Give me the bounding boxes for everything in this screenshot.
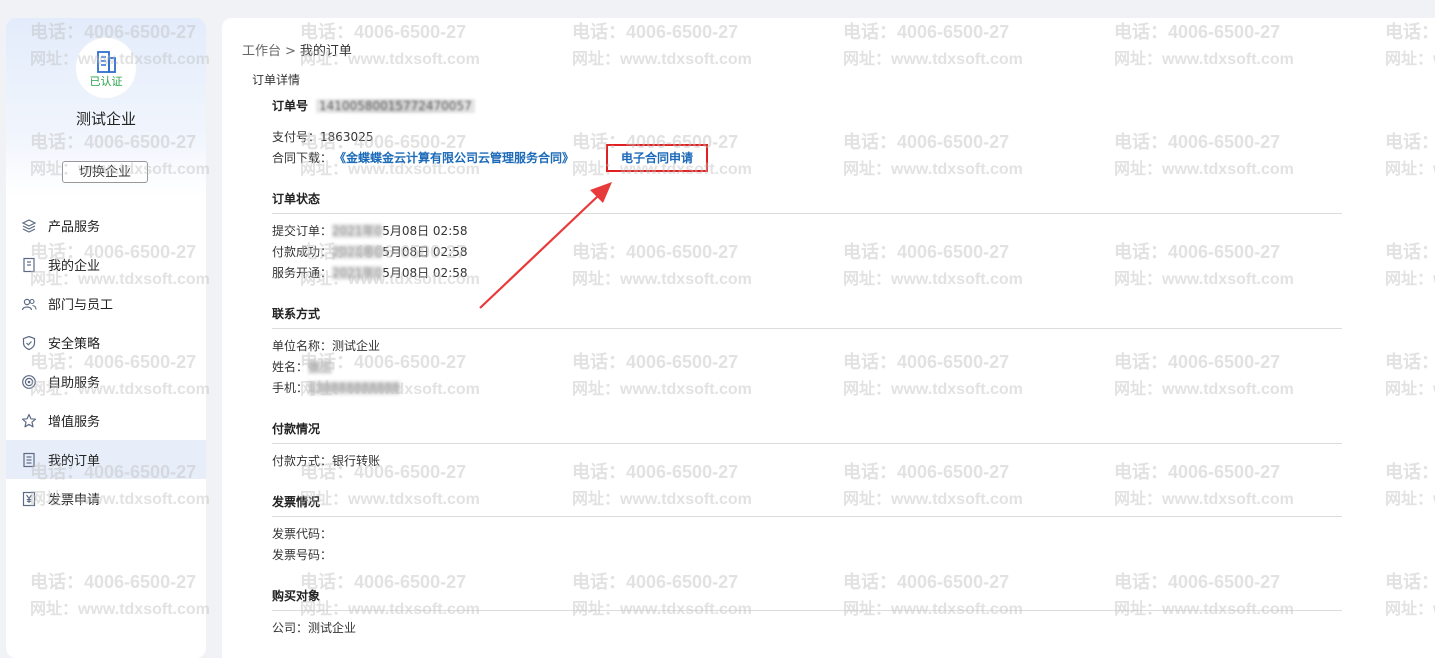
sidebar-item-label: 我的订单 xyxy=(48,454,101,469)
masked-text: 2021年0 xyxy=(332,245,383,259)
invoice-code-label: 发票代码： xyxy=(272,527,333,541)
invoice-heading: 发票情况 xyxy=(272,493,1342,517)
payment-method-row: 付款方式：银行转账 xyxy=(272,452,380,469)
econtract-apply-button[interactable]: 电子合同申请 xyxy=(606,144,708,172)
sidebar-header: 已认证 测试企业 切换企业 xyxy=(6,18,206,196)
sidebar-menu: 产品服务 我的企业 部门与员工 安全策略 自助服务 增值服务 我的订单 发票申请 xyxy=(6,206,206,518)
sidebar-item-value-added[interactable]: 增值服务 xyxy=(6,401,206,440)
phone-value: 138888888888 xyxy=(308,381,400,395)
purchase-company-value: 测试企业 xyxy=(308,621,357,635)
star-icon xyxy=(21,413,37,429)
sidebar-item-label: 安全策略 xyxy=(48,337,101,352)
building-icon xyxy=(97,50,116,73)
switch-company-button[interactable]: 切换企业 xyxy=(62,161,148,183)
status-row: 提交订单：2021年05月08日 02:58 xyxy=(272,222,468,239)
sidebar-item-self-service[interactable]: 自助服务 xyxy=(6,362,206,401)
status-label: 提交订单： xyxy=(272,224,333,238)
contact-heading: 联系方式 xyxy=(272,305,1342,329)
masked-text: 2021年0 xyxy=(332,266,383,280)
phone-label: 手机： xyxy=(272,381,309,395)
phone-row: 手机：138888888888 xyxy=(272,379,400,396)
shield-icon xyxy=(21,335,37,351)
payment-method-value: 银行转账 xyxy=(332,454,381,468)
pay-number-value: 1863025 xyxy=(320,130,374,144)
contract-row: 合同下载： 《金蝶蝶金云计算有限公司云管理服务合同》 xyxy=(272,149,574,166)
unit-name-value: 测试企业 xyxy=(332,339,381,353)
status-label: 服务开通： xyxy=(272,266,333,280)
pay-number-label: 支付号： xyxy=(272,130,321,144)
sidebar-item-product-services[interactable]: 产品服务 xyxy=(6,206,206,245)
contact-name-row: 姓名：张三 xyxy=(272,358,333,375)
sidebar: 已认证 测试企业 切换企业 产品服务 我的企业 部门与员工 安全策略 自助服务 … xyxy=(6,18,206,658)
status-value: 5月08日 02:58 xyxy=(382,224,468,238)
unit-name-label: 单位名称： xyxy=(272,339,333,353)
status-value: 5月08日 02:58 xyxy=(382,245,468,259)
status-value: 5月08日 02:58 xyxy=(382,266,468,280)
users-icon xyxy=(21,296,37,312)
order-detail-title: 订单详情 xyxy=(252,73,301,87)
contract-download-link[interactable]: 《金蝶蝶金云计算有限公司云管理服务合同》 xyxy=(340,151,574,165)
contact-name-value: 张三 xyxy=(308,360,333,374)
company-avatar: 已认证 xyxy=(76,38,136,98)
purchase-heading: 购买对象 xyxy=(272,587,1342,611)
sidebar-item-my-company[interactable]: 我的企业 xyxy=(6,245,206,284)
sidebar-item-label: 我的企业 xyxy=(48,259,101,274)
sidebar-item-label: 自助服务 xyxy=(48,376,101,391)
breadcrumb-current: 我的订单 xyxy=(299,44,352,59)
breadcrumb-separator: > xyxy=(285,44,296,59)
order-list-icon xyxy=(21,452,37,468)
pay-number-row: 支付号：1863025 xyxy=(272,128,373,145)
sidebar-item-label: 增值服务 xyxy=(48,415,101,430)
breadcrumb: 工作台 > 我的订单 xyxy=(242,40,352,59)
document-icon xyxy=(21,257,37,273)
sidebar-item-label: 产品服务 xyxy=(48,220,101,235)
payment-method-label: 付款方式： xyxy=(272,454,333,468)
main-panel: 工作台 > 我的订单 订单详情 订单号 14100580015772470057 支付… xyxy=(222,18,1435,658)
purchase-company-label: 公司： xyxy=(272,621,309,635)
sidebar-item-invoice[interactable]: 发票申请 xyxy=(6,479,206,518)
yen-receipt-icon xyxy=(21,491,37,507)
target-icon xyxy=(21,374,37,390)
invoice-number-label: 发票号码： xyxy=(272,548,333,562)
layers-icon xyxy=(21,218,37,234)
sidebar-item-my-orders[interactable]: 我的订单 xyxy=(6,440,206,479)
sidebar-item-security[interactable]: 安全策略 xyxy=(6,323,206,362)
unit-name-row: 单位名称：测试企业 xyxy=(272,337,380,354)
sidebar-item-label: 部门与员工 xyxy=(48,298,114,313)
sidebar-item-departments[interactable]: 部门与员工 xyxy=(6,284,206,323)
purchase-company-row: 公司：测试企业 xyxy=(272,619,356,636)
order-number-row: 订单号 14100580015772470057 xyxy=(272,97,475,114)
order-status-heading: 订单状态 xyxy=(272,190,1342,214)
status-row: 付款成功：2021年05月08日 02:58 xyxy=(272,243,468,260)
invoice-number-row: 发票号码： xyxy=(272,546,332,563)
order-number-value: 14100580015772470057 xyxy=(316,99,475,113)
masked-text: 2021年0 xyxy=(332,224,383,238)
breadcrumb-home[interactable]: 工作台 xyxy=(242,44,281,59)
status-row: 服务开通：2021年05月08日 02:58 xyxy=(272,264,468,281)
invoice-code-row: 发票代码： xyxy=(272,525,332,542)
verified-badge: 已认证 xyxy=(89,74,123,88)
order-number-label: 订单号 xyxy=(272,99,309,113)
contact-name-label: 姓名： xyxy=(272,360,309,374)
contract-label: 合同下载： xyxy=(272,151,333,165)
company-name: 测试企业 xyxy=(75,110,136,128)
sidebar-item-label: 发票申请 xyxy=(48,493,101,508)
payment-heading: 付款情况 xyxy=(272,420,1342,444)
status-label: 付款成功： xyxy=(272,245,333,259)
